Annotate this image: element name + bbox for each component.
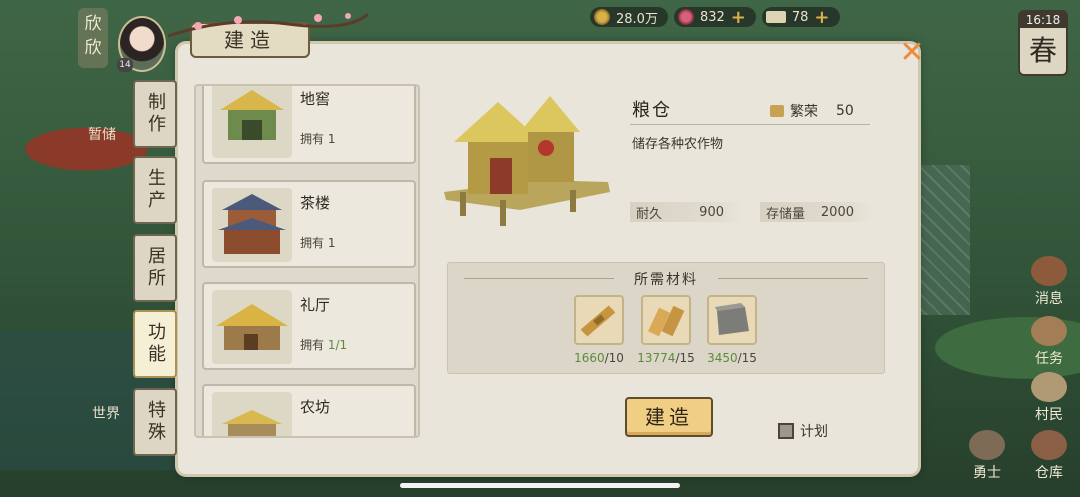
add-flower-button[interactable]: + (731, 7, 746, 28)
building-name: 农坊 (300, 398, 331, 416)
villagers-label: 村民 (1035, 407, 1063, 423)
material-straw[interactable]: 1660/10 (573, 295, 625, 365)
prosperity-label: 繁荣 (790, 104, 818, 120)
granary-image (444, 96, 610, 226)
owned-count: 拥有 1 (300, 132, 336, 146)
building-card-teahouse[interactable]: 茶楼 拥有 1 (202, 180, 416, 268)
storage-label: 存储量 (766, 206, 806, 222)
durability-value: 900 (699, 204, 724, 220)
plan-checkbox[interactable]: 计划 (778, 421, 828, 441)
building-list[interactable]: 地窖 拥有 1 茶楼 拥有 1 礼厅 拥有 1/1 农坊 (194, 84, 420, 438)
coin-value: 28.0万 (616, 11, 658, 27)
player-level: 14 (117, 58, 133, 72)
storage-stat: 存储量 2000 (760, 202, 872, 222)
villagers-menu[interactable]: 村民 (1026, 372, 1072, 424)
news-menu[interactable]: 消息 (1026, 256, 1072, 308)
tab-function[interactable]: 功能 (133, 310, 177, 378)
building-title: 粮仓 (632, 100, 672, 121)
flower-value: 832 (699, 9, 725, 25)
checkbox-icon[interactable] (778, 423, 794, 439)
material-count: 3450/15 (707, 351, 757, 365)
farmhouse-image (212, 392, 292, 436)
owned-count: 拥有 1/1 (300, 338, 348, 352)
warehouse-label: 仓库 (1035, 465, 1063, 481)
resource-bar: 28.0万 832 + 78 + (590, 6, 840, 28)
building-card-hall[interactable]: 礼厅 拥有 1/1 (202, 282, 416, 370)
ticket-counter: 78 + (761, 7, 840, 28)
owned-count: 拥有 1 (300, 236, 336, 250)
required-materials: 所需材料 1660/10 13774/15 3450/15 (447, 262, 885, 374)
material-wood[interactable]: 13774/15 (637, 295, 695, 365)
materials-title: 所需材料 (448, 269, 884, 289)
prosperity-value: 50 (836, 103, 854, 119)
quests-label: 任务 (1035, 351, 1063, 367)
ticket-icon (765, 11, 786, 23)
flower-icon (677, 9, 694, 25)
straw-bundle-icon (574, 295, 624, 345)
warriors-menu[interactable]: 勇士 (964, 430, 1010, 482)
tab-crafting[interactable]: 制作 (133, 80, 177, 148)
tab-special[interactable]: 特殊 (133, 388, 177, 456)
coin-icon (594, 9, 610, 25)
divider (630, 124, 870, 125)
news-icon (1031, 256, 1067, 286)
teahouse-image (212, 188, 292, 262)
player-name: 欣欣 (84, 14, 102, 58)
durability-stat: 耐久 900 (630, 202, 742, 222)
add-ticket-button[interactable]: + (814, 7, 829, 28)
cellar-image (212, 86, 292, 158)
storage-value: 2000 (820, 204, 854, 220)
wood-planks-icon (641, 295, 691, 345)
quests-menu[interactable]: 任务 (1026, 316, 1072, 368)
warehouse-menu[interactable]: 仓库 (1026, 430, 1072, 482)
news-label: 消息 (1035, 291, 1063, 307)
prosperity-icon (770, 105, 784, 117)
building-name: 地窖 (300, 90, 331, 108)
warrior-icon (969, 430, 1005, 460)
flower-counter: 832 + (673, 7, 756, 28)
building-card-cellar[interactable]: 地窖 拥有 1 (202, 86, 416, 164)
building-card-farmhouse[interactable]: 农坊 (202, 384, 416, 436)
clock-time: 16:18 (1020, 12, 1066, 28)
storage-shortcut-label[interactable]: 暂储 (88, 124, 116, 144)
tab-production[interactable]: 生产 (133, 156, 177, 224)
blossom-branch-decoration (168, 12, 368, 38)
building-name: 礼厅 (300, 296, 331, 314)
season-label: 春 (1028, 34, 1057, 67)
stone-block-icon (707, 295, 757, 345)
close-icon[interactable]: ✕ (898, 38, 926, 68)
material-stone[interactable]: 3450/15 (706, 295, 758, 365)
ticket-value: 78 (791, 9, 809, 25)
coin-counter: 28.0万 (590, 7, 668, 27)
world-button[interactable]: 世界 (92, 403, 120, 423)
durability-label: 耐久 (636, 206, 663, 222)
scroll-icon (1031, 316, 1067, 346)
warriors-label: 勇士 (973, 465, 1001, 481)
tab-housing[interactable]: 居所 (133, 234, 177, 302)
hall-image (212, 290, 292, 364)
villager-icon (1031, 372, 1067, 402)
building-name: 茶楼 (300, 194, 331, 212)
build-button[interactable]: 建造 (625, 397, 713, 437)
season-clock[interactable]: 16:18 春 (1018, 10, 1068, 76)
building-description: 储存各种农作物 (632, 137, 724, 152)
home-indicator[interactable] (400, 483, 680, 488)
prosperity: 繁荣 50 (770, 101, 854, 121)
player-name-badge[interactable]: 欣欣 (78, 8, 108, 68)
plan-label: 计划 (800, 424, 828, 440)
warehouse-icon (1031, 430, 1067, 460)
